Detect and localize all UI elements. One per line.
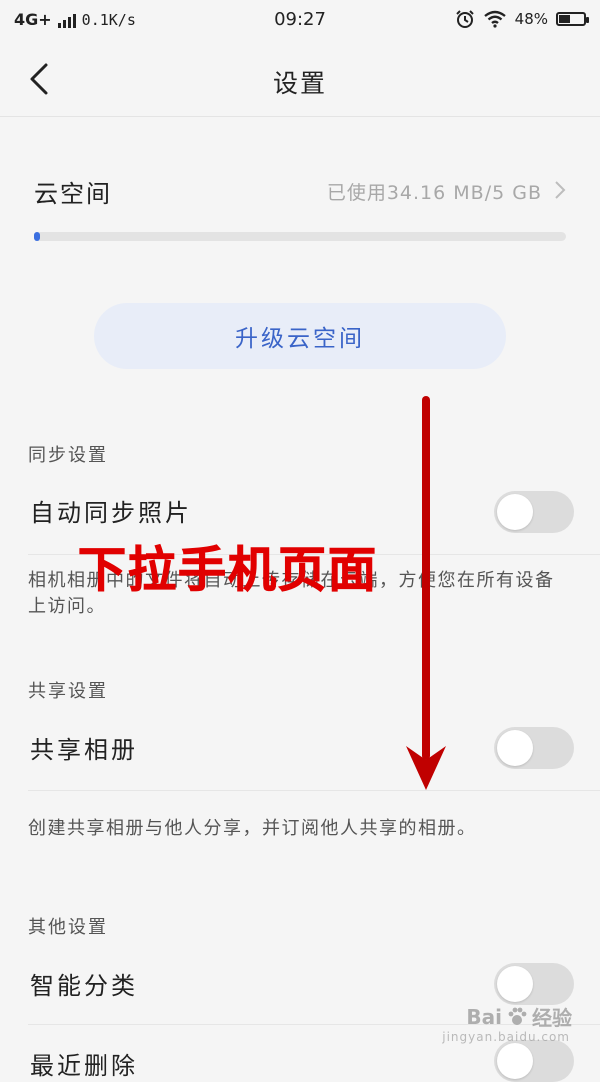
status-bar: 4G+ 0.1K/s 09:27 48% bbox=[0, 0, 600, 40]
wifi-icon bbox=[483, 10, 506, 28]
battery-icon bbox=[556, 12, 589, 26]
auto-sync-photos-label: 自动同步照片 bbox=[30, 499, 192, 527]
toggle-knob bbox=[497, 1043, 533, 1079]
header: 设置 bbox=[0, 40, 600, 117]
smart-category-toggle[interactable] bbox=[494, 963, 574, 1005]
status-right: 48% bbox=[455, 9, 589, 29]
cloud-storage-row[interactable]: 云空间 已使用34.16 MB/5 GB bbox=[34, 170, 566, 214]
shared-album-label: 共享相册 bbox=[30, 736, 138, 764]
toggle-knob bbox=[497, 730, 533, 766]
watermark-brand: Bai bbox=[466, 1004, 502, 1029]
shared-album-toggle[interactable] bbox=[494, 727, 574, 769]
alarm-icon bbox=[455, 10, 474, 28]
smart-category-label: 智能分类 bbox=[30, 972, 138, 1000]
battery-percent: 48% bbox=[514, 10, 548, 28]
section-title-share: 共享设置 bbox=[28, 681, 108, 702]
storage-progress-bar bbox=[34, 232, 566, 241]
recently-deleted-label: 最近删除 bbox=[30, 1052, 138, 1080]
baidu-watermark: Bai 经验 bbox=[466, 1002, 572, 1031]
storage-progress-fill bbox=[34, 232, 40, 241]
paw-icon bbox=[508, 1007, 527, 1025]
recently-deleted-toggle[interactable] bbox=[494, 1040, 574, 1082]
toggle-knob bbox=[497, 494, 533, 530]
section-title-other: 其他设置 bbox=[28, 917, 108, 938]
toggle-knob bbox=[497, 966, 533, 1002]
cloud-storage-label: 云空间 bbox=[34, 180, 112, 208]
shared-album-description: 创建共享相册与他人分享，并订阅他人共享的相册。 bbox=[28, 818, 477, 839]
watermark-brand-suffix: 经验 bbox=[532, 1006, 572, 1030]
divider bbox=[28, 790, 600, 791]
down-arrow-annotation-icon bbox=[406, 396, 446, 790]
upgrade-cloud-button[interactable]: 升级云空间 bbox=[94, 303, 506, 369]
watermark-url: jingyan.baidu.com bbox=[442, 1030, 570, 1044]
section-title-sync: 同步设置 bbox=[28, 445, 108, 466]
pull-down-annotation: 下拉手机页面 bbox=[77, 542, 379, 599]
page-title: 设置 bbox=[272, 69, 327, 98]
cloud-usage-text: 已使用34.16 MB/5 GB bbox=[326, 182, 542, 204]
chevron-right-icon bbox=[555, 181, 566, 199]
auto-sync-photos-toggle[interactable] bbox=[494, 491, 574, 533]
